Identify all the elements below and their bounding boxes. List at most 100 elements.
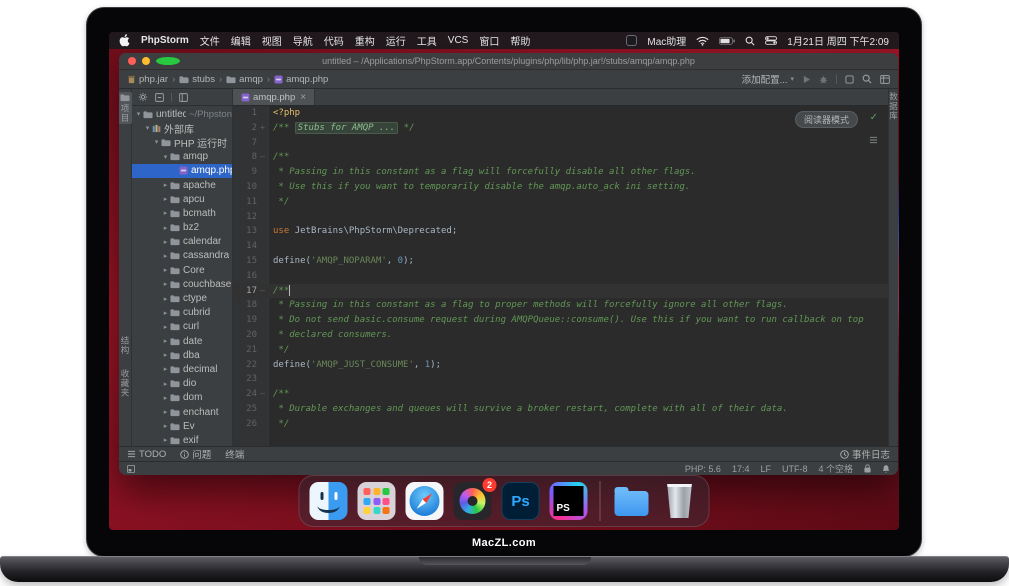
toolwindow-problems[interactable]: 问题	[180, 447, 211, 461]
editor[interactable]: 1<?php2+/** Stubs for AMQP ... */78–/**9…	[233, 106, 888, 446]
code-line-25[interactable]: 25 * Durable exchanges and queues will s…	[233, 402, 888, 417]
tree-arrow-icon[interactable]: ▸	[162, 209, 169, 217]
fold-marker-icon[interactable]: –	[257, 387, 268, 402]
battery-icon[interactable]	[719, 37, 735, 45]
wifi-icon[interactable]	[696, 36, 709, 46]
gear-icon[interactable]	[138, 92, 148, 102]
collapse-all-icon[interactable]	[155, 93, 164, 102]
code-line-21[interactable]: 21 */	[233, 343, 888, 358]
code-line-13[interactable]: 13use JetBrains\PhpStorm\Deprecated;	[233, 224, 888, 239]
tree-item-cubrid[interactable]: ▸cubrid	[132, 306, 232, 320]
stripe-favorites-button[interactable]: 收藏夹	[119, 369, 131, 398]
tree-item-php[interactable]: ▾PHP 运行时	[132, 135, 232, 149]
stripe-structure-button[interactable]: 结构	[119, 336, 131, 355]
code-line-15[interactable]: 15define('AMQP_NOPARAM', 0);	[233, 254, 888, 269]
run-icon[interactable]	[802, 75, 811, 84]
box-icon[interactable]	[845, 75, 854, 84]
dock-photoshop-icon[interactable]: Ps	[502, 482, 540, 520]
code-line-1[interactable]: 1<?php	[233, 106, 888, 121]
tree-arrow-icon[interactable]: ▸	[162, 380, 169, 388]
tree-item-untitled[interactable]: ▾untitled~/Phpston	[132, 107, 232, 121]
dock-launchpad-icon[interactable]	[358, 482, 396, 520]
menubar-clock[interactable]: 1月21日 周四 下午2:09	[787, 33, 889, 48]
inspections-widget-icon[interactable]	[869, 129, 878, 148]
code-line-24[interactable]: 24–/**	[233, 387, 888, 402]
fold-marker-icon[interactable]: –	[257, 150, 268, 165]
tree-arrow-icon[interactable]: ▸	[162, 224, 169, 232]
menubar-menu-10[interactable]: 窗口	[479, 33, 499, 48]
tree-item-cassandra[interactable]: ▸cassandra	[132, 249, 232, 263]
status-line-separator[interactable]: LF	[760, 464, 771, 474]
tree-item-ev[interactable]: ▸Ev	[132, 419, 232, 433]
minimize-window-button[interactable]	[142, 57, 150, 65]
code-line-23[interactable]: 23	[233, 372, 888, 387]
tree-arrow-icon[interactable]: ▸	[162, 365, 169, 373]
breadcrumb-amqp[interactable]: amqp	[226, 74, 263, 85]
menubar-menu-7[interactable]: 运行	[386, 33, 406, 48]
breadcrumb-amqp-php[interactable]: amqp.php	[274, 74, 328, 85]
code-line-11[interactable]: 11 */	[233, 195, 888, 210]
tree-arrow-icon[interactable]: ▸	[162, 323, 169, 331]
tree-arrow-icon[interactable]: ▾	[162, 153, 169, 161]
status-caret-position[interactable]: 17:4	[732, 464, 750, 474]
hide-panel-icon[interactable]	[179, 93, 188, 102]
stripe-project-button[interactable]: 项目	[119, 92, 132, 124]
fold-marker-icon[interactable]: +	[257, 121, 268, 136]
tree-item-apache[interactable]: ▸apache	[132, 178, 232, 192]
tab-amqp-php[interactable]: amqp.php×	[233, 89, 315, 105]
tree-arrow-icon[interactable]: ▸	[162, 238, 169, 246]
code-line-9[interactable]: 9 * Passing in this constant as a flag w…	[233, 165, 888, 180]
tree-item-amqp[interactable]: ▾amqp	[132, 150, 232, 164]
code-line-2[interactable]: 2+/** Stubs for AMQP ... */	[233, 121, 888, 136]
code-line-17[interactable]: 17–/**	[233, 284, 888, 299]
tree-item-curl[interactable]: ▸curl	[132, 320, 232, 334]
tree-item-core[interactable]: ▸Core	[132, 263, 232, 277]
tree-arrow-icon[interactable]: ▸	[162, 295, 169, 303]
tree-item-calendar[interactable]: ▸calendar	[132, 235, 232, 249]
breadcrumb-php-jar[interactable]: php.jar	[127, 74, 168, 85]
tree-item-apcu[interactable]: ▸apcu	[132, 192, 232, 206]
tree-item-amqp-php[interactable]: amqp.php	[132, 164, 232, 178]
menubar-assistant[interactable]: Mac助理	[647, 33, 686, 48]
tree-item-dio[interactable]: ▸dio	[132, 377, 232, 391]
menubar-menu-4[interactable]: 导航	[293, 33, 313, 48]
tree-item-ctype[interactable]: ▸ctype	[132, 291, 232, 305]
assistant-app-icon[interactable]	[626, 35, 637, 46]
code-line-22[interactable]: 22define('AMQP_JUST_CONSUME', 1);	[233, 358, 888, 373]
tree-item-enchant[interactable]: ▸enchant	[132, 405, 232, 419]
tree-item-bz2[interactable]: ▸bz2	[132, 221, 232, 235]
bell-icon[interactable]	[882, 464, 890, 473]
tree-item-dom[interactable]: ▸dom	[132, 391, 232, 405]
menubar-menu-3[interactable]: 视图	[262, 33, 282, 48]
menubar-menu-phpstorm[interactable]: PhpStorm	[141, 35, 189, 46]
code-line-16[interactable]: 16	[233, 269, 888, 284]
run-config-selector[interactable]: 添加配置...▾	[742, 72, 794, 86]
zoom-window-button[interactable]	[156, 57, 180, 65]
code-line-12[interactable]: 12	[233, 210, 888, 225]
tree-arrow-icon[interactable]: ▸	[162, 408, 169, 416]
toolwindow-terminal[interactable]: 终端	[225, 447, 244, 461]
tree-item-bcmath[interactable]: ▸bcmath	[132, 206, 232, 220]
tree-arrow-icon[interactable]: ▾	[144, 124, 151, 132]
tree-arrow-icon[interactable]: ▸	[162, 252, 169, 260]
apple-logo-icon[interactable]	[119, 34, 130, 47]
spotlight-search-icon[interactable]	[745, 36, 755, 46]
code-line-10[interactable]: 10 * Use this if you want to temporarily…	[233, 180, 888, 195]
tree-arrow-icon[interactable]: ▸	[162, 351, 169, 359]
dock-safari-icon[interactable]	[406, 482, 444, 520]
menubar-menu-11[interactable]: 帮助	[510, 33, 530, 48]
tree-arrow-icon[interactable]: ▾	[135, 110, 142, 118]
tree-arrow-icon[interactable]: ▸	[162, 181, 169, 189]
toolwindow-todo[interactable]: TODO	[127, 449, 166, 460]
code-line-19[interactable]: 19 * Do not send basic.consume request d…	[233, 313, 888, 328]
toolwindow-toggle-icon[interactable]	[127, 465, 135, 473]
tree-arrow-icon[interactable]: ▸	[162, 195, 169, 203]
inspections-ok-icon[interactable]: ✓	[870, 110, 877, 123]
event-log-button[interactable]: 事件日志	[840, 447, 890, 461]
code-line-20[interactable]: 20 * declared consumers.	[233, 328, 888, 343]
control-center-icon[interactable]	[765, 36, 777, 45]
tree-arrow-icon[interactable]: ▸	[162, 337, 169, 345]
search-icon[interactable]	[862, 74, 872, 84]
layout-icon[interactable]	[880, 75, 890, 84]
code-line-26[interactable]: 26 */	[233, 417, 888, 432]
